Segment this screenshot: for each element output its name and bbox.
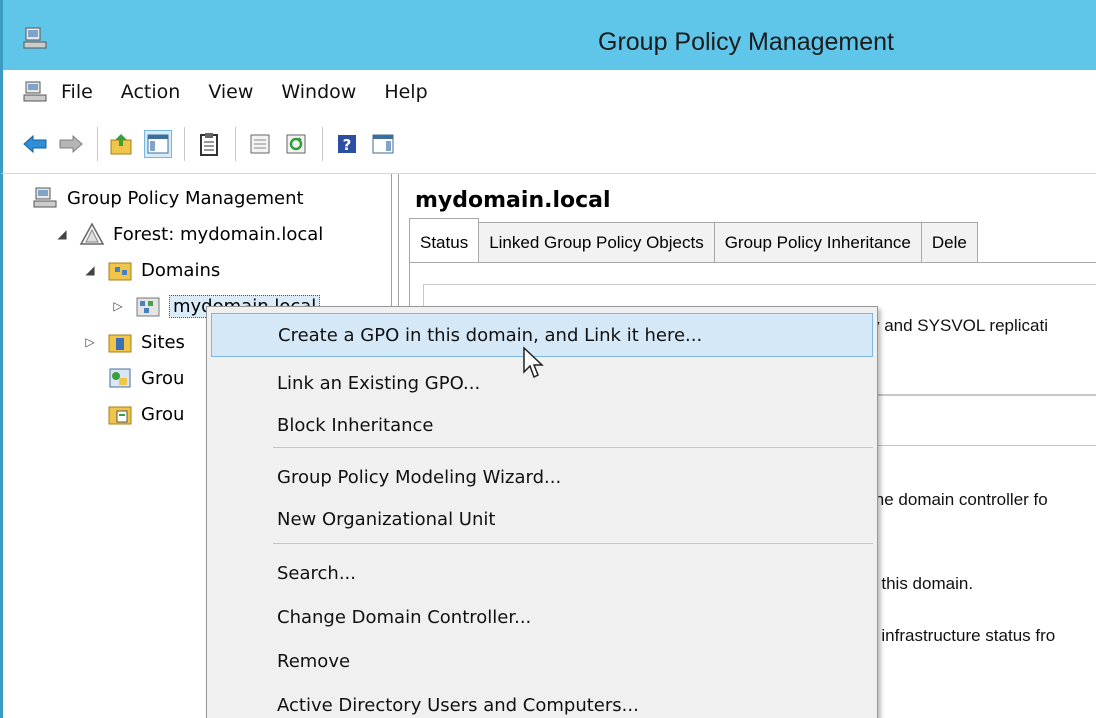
tree-item-sites[interactable]: ▷ Sites <box>83 326 185 358</box>
results-icon <box>108 406 132 425</box>
tree-label: Group Policy Management <box>67 187 304 209</box>
domains-folder-icon <box>108 262 132 281</box>
sites-icon <box>108 334 132 353</box>
collapse-triangle-icon[interactable]: ◢ <box>83 263 97 277</box>
collapse-triangle-icon[interactable]: ◢ <box>55 227 69 241</box>
menu-item-remove[interactable]: Remove <box>211 639 873 683</box>
expand-triangle-icon[interactable]: ▷ <box>111 299 125 313</box>
show-hide-tree-icon[interactable] <box>144 129 172 158</box>
modeling-icon <box>109 368 131 388</box>
tab-status[interactable]: Status <box>409 218 480 262</box>
show-action-pane-icon[interactable] <box>369 130 397 158</box>
toolbar-separator <box>97 126 98 161</box>
menu-action[interactable]: Action <box>121 81 181 103</box>
properties-icon[interactable] <box>246 130 274 158</box>
back-arrow-icon[interactable] <box>21 130 49 158</box>
tab-delegation[interactable]: Dele <box>920 222 978 262</box>
tree-item-group-policy-results[interactable]: Grou <box>107 398 184 430</box>
toolbar-separator <box>322 126 323 161</box>
help-icon[interactable]: ? <box>333 130 361 158</box>
tree-item-group-policy-modeling[interactable]: Grou <box>107 362 184 394</box>
status-text: r this domain. <box>871 574 974 593</box>
menu-separator <box>273 543 873 544</box>
menu-item-new-ou[interactable]: New Organizational Unit <box>211 497 873 541</box>
toolbar-separator <box>235 126 236 161</box>
console-icon[interactable] <box>23 80 49 104</box>
details-title: mydomain.local <box>415 188 611 213</box>
status-text: y and SYSVOL replicati <box>871 316 1049 335</box>
menu-view[interactable]: View <box>208 81 253 103</box>
menu-window[interactable]: Window <box>281 81 356 103</box>
forest-icon <box>79 222 105 245</box>
mouse-cursor-icon <box>523 346 544 379</box>
menu-item-block-inheritance[interactable]: Block Inheritance <box>211 403 873 447</box>
tree-item-root[interactable]: Group Policy Management <box>33 182 304 214</box>
tab-gp-inheritance[interactable]: Group Policy Inheritance <box>713 222 922 262</box>
menu-separator <box>273 447 873 448</box>
tab-linked-gpos[interactable]: Linked Group Policy Objects <box>478 222 715 262</box>
tree-label: Domains <box>141 259 221 281</box>
toolbar-separator <box>184 126 185 161</box>
forward-arrow-icon[interactable] <box>57 130 85 158</box>
tab-strip: Status Linked Group Policy Objects Group… <box>409 218 978 262</box>
gpm-root-icon <box>33 187 57 208</box>
window-title: Group Policy Management <box>598 28 894 56</box>
tree-item-domains[interactable]: ◢ Domains <box>83 254 220 286</box>
tree-item-forest[interactable]: ◢ Forest: mydomain.local <box>55 218 323 250</box>
status-text: ine domain controller fo <box>871 490 1048 509</box>
status-text: r infrastructure status fro <box>871 626 1056 645</box>
gpm-app-icon[interactable] <box>23 26 49 52</box>
clipboard-icon[interactable] <box>195 130 223 158</box>
up-folder-icon[interactable] <box>108 130 136 158</box>
tree-label: Grou <box>141 367 185 389</box>
refresh-icon[interactable] <box>282 130 310 158</box>
toolbar: ? <box>0 114 1096 174</box>
menu-file[interactable]: File <box>61 81 93 103</box>
menu-item-change-dc[interactable]: Change Domain Controller... <box>211 595 873 639</box>
menu-help[interactable]: Help <box>384 81 427 103</box>
menu-bar: File Action View Window Help <box>0 70 1096 114</box>
menu-item-aduc[interactable]: Active Directory Users and Computers... <box>211 683 873 718</box>
svg-text:?: ? <box>343 136 352 154</box>
menu-item-modeling-wizard[interactable]: Group Policy Modeling Wizard... <box>211 455 873 499</box>
tree-label: Sites <box>141 331 185 353</box>
tree-label: Forest: mydomain.local <box>113 223 324 245</box>
menu-item-search[interactable]: Search... <box>211 551 873 595</box>
tree-label: Grou <box>141 403 185 425</box>
expand-triangle-icon[interactable]: ▷ <box>83 335 97 349</box>
domain-icon <box>136 297 160 317</box>
